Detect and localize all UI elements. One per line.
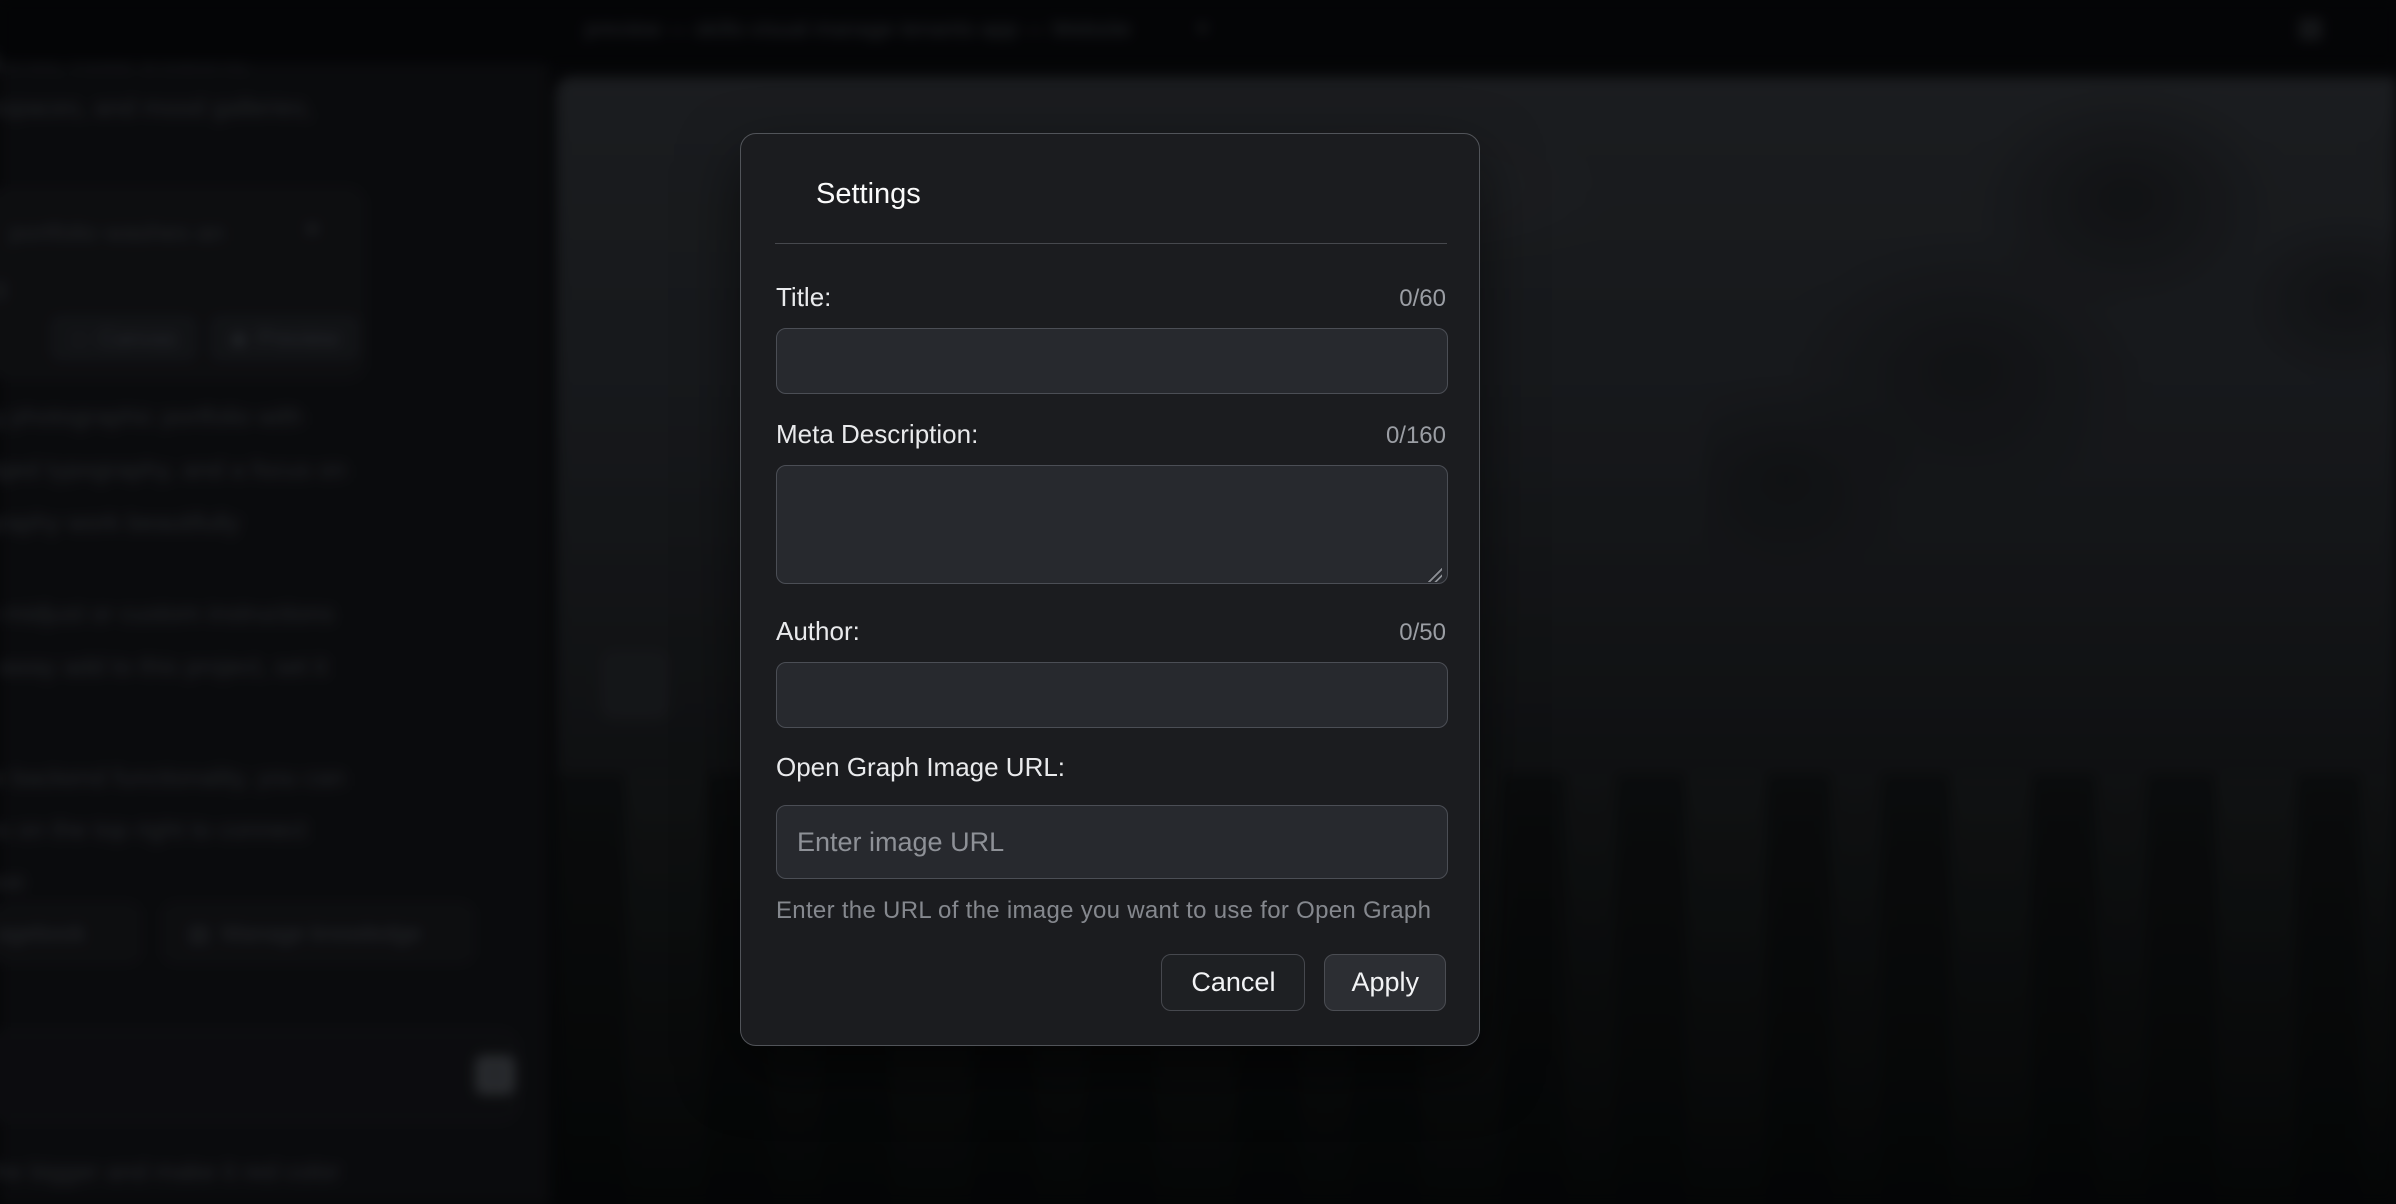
settings-dialog: Settings Title: 0/60 Meta Description: 0… [740, 133, 1480, 1046]
og-image-url-label: Open Graph Image URL: [776, 752, 1065, 783]
cancel-button[interactable]: Cancel [1161, 954, 1305, 1011]
meta-description-textarea[interactable] [776, 465, 1448, 584]
og-image-url-input[interactable] [776, 805, 1448, 879]
title-input[interactable] [776, 328, 1448, 394]
meta-description-label: Meta Description: [776, 419, 978, 450]
author-input[interactable] [776, 662, 1448, 728]
dialog-actions: Cancel Apply [1161, 954, 1446, 1011]
og-image-helper-text: Enter the URL of the image you want to u… [776, 897, 1451, 925]
apply-button[interactable]: Apply [1324, 954, 1446, 1011]
title-label: Title: [776, 282, 831, 313]
dialog-title: Settings [816, 178, 921, 211]
title-counter: 0/60 [1399, 285, 1446, 313]
meta-description-counter: 0/160 [1386, 422, 1446, 450]
author-counter: 0/50 [1399, 619, 1446, 647]
divider [775, 243, 1447, 244]
author-label: Author: [776, 616, 860, 647]
